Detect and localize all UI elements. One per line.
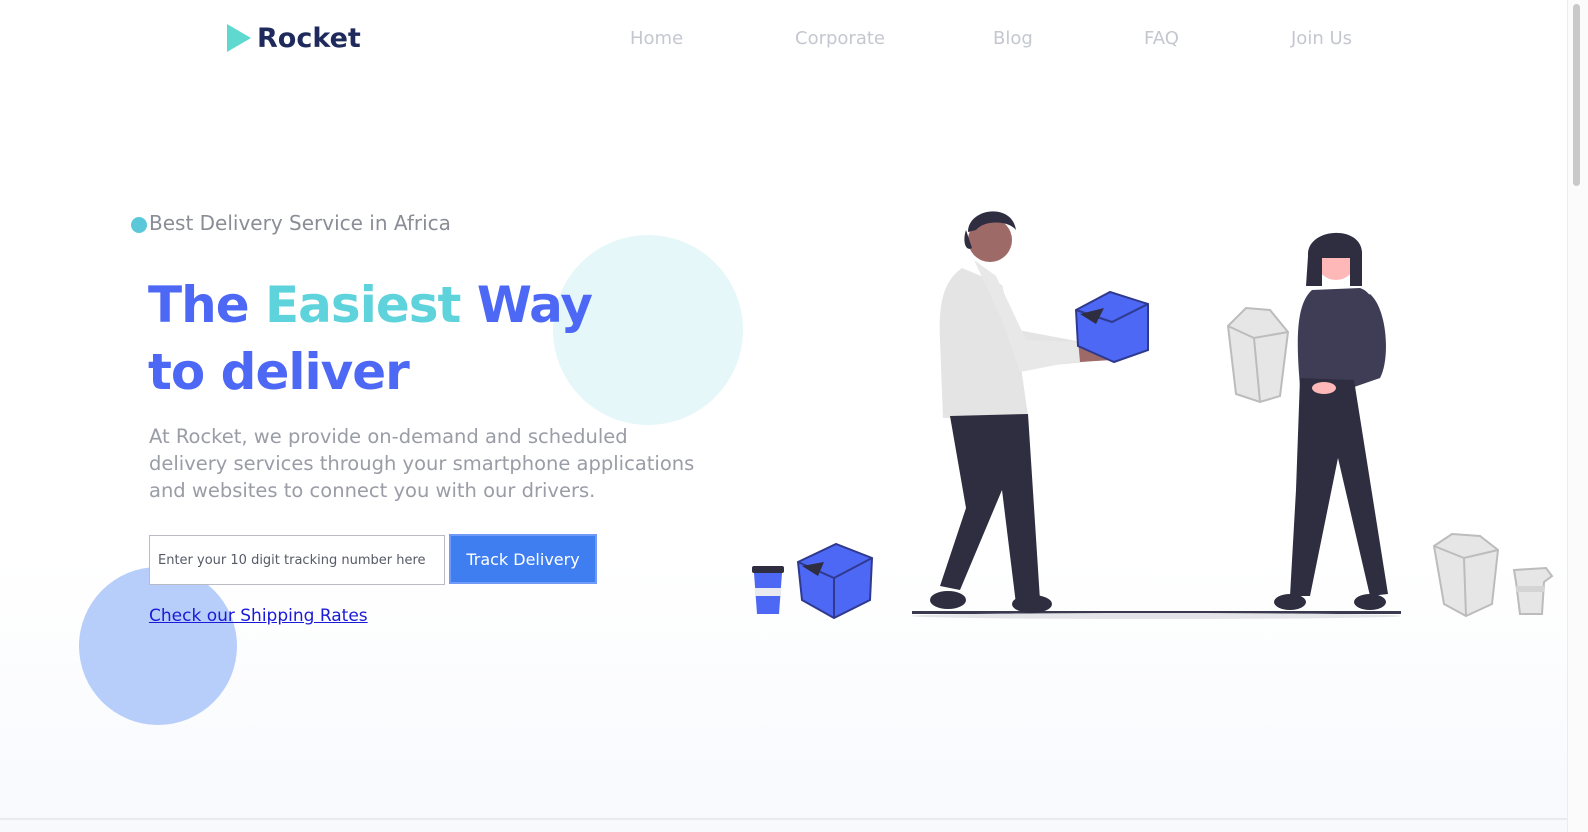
hero-tagline: Best Delivery Service in Africa <box>149 211 451 235</box>
page: Rocket Home Corporate Blog FAQ Join Us B… <box>0 0 1588 832</box>
delivery-box-icon <box>796 542 874 620</box>
hero-headline: The Easiest Way to deliver <box>148 272 593 406</box>
headline-accent: Easiest <box>265 276 461 334</box>
nav-link-blog[interactable]: Blog <box>993 28 1033 49</box>
page-scrollbar[interactable] <box>1567 0 1588 832</box>
takeaway-box-right-icon <box>1432 532 1500 618</box>
people-exchanging-delivery-boxes-illustration <box>752 211 1554 620</box>
headline-line2: to deliver <box>148 343 410 401</box>
headline-part2: Way <box>460 276 593 334</box>
tagline-dot-icon <box>131 217 147 233</box>
section-divider <box>0 818 1568 820</box>
nav-link-home[interactable]: Home <box>630 28 683 49</box>
woman-figure <box>1274 232 1388 610</box>
takeaway-box-icon <box>1226 306 1290 404</box>
shipping-rates-link[interactable]: Check our Shipping Rates <box>149 606 368 626</box>
man-figure <box>930 211 1112 613</box>
scrollbar-thumb[interactable] <box>1573 4 1580 186</box>
nav-link-corporate[interactable]: Corporate <box>795 28 885 49</box>
main-nav: Home Corporate Blog FAQ Join Us <box>0 28 1588 56</box>
nav-link-join-us[interactable]: Join Us <box>1291 28 1352 49</box>
tracking-number-input[interactable] <box>149 535 445 585</box>
headline-part1: The <box>148 276 266 334</box>
nav-link-faq[interactable]: FAQ <box>1144 28 1179 49</box>
track-delivery-button[interactable]: Track Delivery <box>449 534 597 584</box>
white-cup-icon <box>1512 566 1554 615</box>
hero-description: At Rocket, we provide on-demand and sche… <box>149 425 695 502</box>
coffee-cup-icon <box>752 566 784 614</box>
decorative-circle-blue <box>79 567 237 725</box>
